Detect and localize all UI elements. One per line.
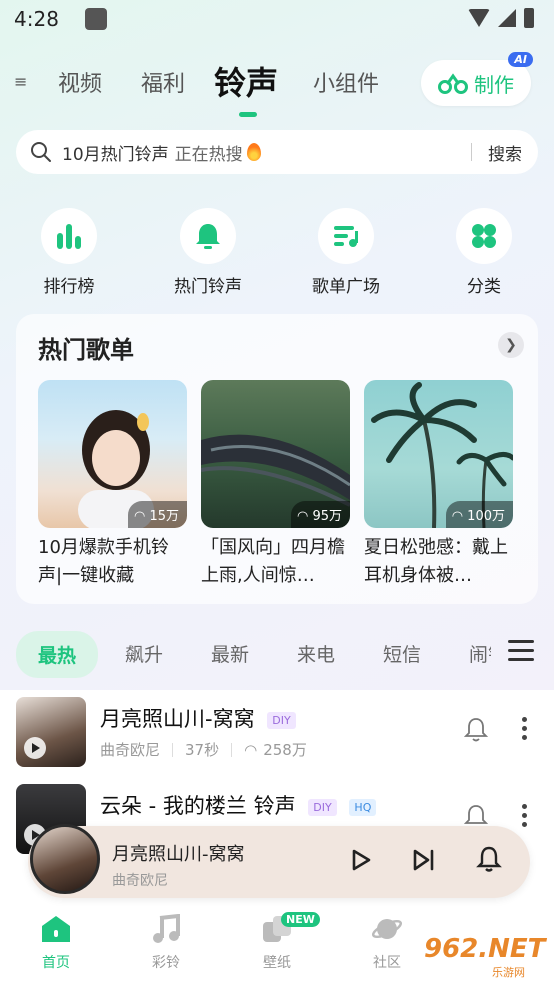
tab-sms[interactable]: 短信 xyxy=(383,640,421,667)
search-hot-label: 正在热搜 xyxy=(174,144,243,165)
site-watermark: 962.NET 乐游网 xyxy=(424,934,546,979)
hq-tag: HQ xyxy=(349,798,377,816)
playlist-card[interactable]: ◠ 15万 10月爆款手机铃声|一键收藏 xyxy=(38,380,187,590)
scissors-icon xyxy=(438,73,468,94)
tab-video[interactable]: 视频 xyxy=(58,66,102,98)
playlist-card[interactable]: ◠ 95万 「国风向」四月檐上雨,人间惊… xyxy=(201,380,350,590)
bell-icon[interactable] xyxy=(476,846,502,874)
wifi-icon xyxy=(468,9,490,27)
playlist-cover: ◠ 95万 xyxy=(201,380,350,528)
chevron-right-icon[interactable]: ❯ xyxy=(498,332,524,358)
song-title: 月亮照山川-窝窝 DIY xyxy=(100,703,296,733)
play-icon[interactable] xyxy=(24,737,46,759)
status-time: 4:28 xyxy=(14,7,59,31)
playlist-title: 夏日松弛感：戴上耳机身体被… xyxy=(364,537,508,586)
playlist-cover: ◠ 15万 xyxy=(38,380,187,528)
song-plays: 258万 xyxy=(263,741,307,759)
hot-playlists-card: 热门歌单 ❯ ◠ 15万 10月爆款手机铃声|一键收藏 ◠ 95万 「国风向」四… xyxy=(16,314,538,604)
bell-icon xyxy=(196,224,220,249)
chart-bars-icon xyxy=(57,224,81,249)
music-note-icon xyxy=(153,913,180,943)
mini-player[interactable]: 月亮照山川-窝窝 曲奇欧尼 xyxy=(28,824,530,898)
diy-tag: DIY xyxy=(267,711,296,729)
quick-label: 排行榜 xyxy=(43,277,95,297)
search-divider xyxy=(471,143,472,161)
tab-newest[interactable]: 最新 xyxy=(211,640,249,667)
playlist-title: 10月爆款手机铃声|一键收藏 xyxy=(38,537,169,586)
song-artist: 曲奇欧尼 xyxy=(100,741,161,759)
tab-rising[interactable]: 飙升 xyxy=(125,640,163,667)
playlist-title: 「国风向」四月檐上雨,人间惊… xyxy=(201,537,345,586)
hot-playlists-title: 热门歌单 xyxy=(38,336,134,364)
menu-icon[interactable] xyxy=(508,640,534,662)
status-bar: 4:28 xyxy=(0,0,554,38)
status-icons xyxy=(468,8,534,28)
tab-incoming-call[interactable]: 来电 xyxy=(297,640,335,667)
playlist-cover: ◠ 100万 xyxy=(364,380,513,528)
search-button[interactable]: 搜索 xyxy=(488,140,522,165)
nav-home[interactable]: 首页 xyxy=(16,914,96,972)
tab-welfare[interactable]: 福利 xyxy=(141,66,185,98)
quick-ranking[interactable]: 排行榜 xyxy=(19,208,119,297)
quick-playlist-square[interactable]: 歌单广场 xyxy=(296,208,396,297)
next-track-icon[interactable] xyxy=(412,848,436,872)
search-bar[interactable]: 10月热门铃声 正在热搜 搜索 xyxy=(16,130,538,174)
tab-ringtone[interactable]: 铃声 xyxy=(214,58,278,104)
tab-hottest[interactable]: 最热 xyxy=(16,631,99,678)
player-cover xyxy=(30,824,100,894)
quick-label: 热门铃声 xyxy=(174,277,242,297)
make-label: 制作 xyxy=(474,72,514,97)
playlist-card[interactable]: ◠ 100万 夏日松弛感：戴上耳机身体被… xyxy=(364,380,513,590)
nav-wallpaper[interactable]: NEW 壁纸 xyxy=(237,912,320,972)
new-badge: NEW xyxy=(281,912,320,927)
quick-label: 歌单广场 xyxy=(312,277,380,297)
top-nav: ≡ 视频 福利 铃声 小组件 制作 AI xyxy=(0,52,554,117)
list-item[interactable]: 月亮照山川-窝窝 DIY 曲奇欧尼 37秒 ◠ 258万 xyxy=(0,697,554,781)
nav-color-ring[interactable]: 彩铃 xyxy=(126,913,206,972)
tab-widget[interactable]: 小组件 xyxy=(313,66,379,98)
grid-icon xyxy=(472,224,496,248)
battery-icon xyxy=(524,8,534,28)
play-icon[interactable] xyxy=(350,848,372,872)
search-icon xyxy=(31,142,51,162)
tab-indicator xyxy=(239,112,257,117)
nav-more-icon[interactable]: ≡ xyxy=(14,72,27,91)
headphones-icon: ◠ xyxy=(244,740,258,759)
song-thumbnail xyxy=(16,697,86,767)
song-meta: 曲奇欧尼 37秒 ◠ 258万 xyxy=(100,739,307,760)
more-options-icon[interactable] xyxy=(522,804,528,831)
ai-badge: AI xyxy=(508,52,533,67)
category-tabs: 最热 飙升 最新 来电 短信 闹钟 xyxy=(0,630,554,678)
more-options-icon[interactable] xyxy=(522,717,528,744)
search-placeholder: 10月热门铃声 xyxy=(62,144,169,165)
notification-icon xyxy=(84,8,107,30)
bell-outline-icon[interactable] xyxy=(464,717,488,743)
player-artist: 曲奇欧尼 xyxy=(112,873,168,889)
playlist-icon xyxy=(334,226,358,247)
quick-hot-ringtones[interactable]: 热门铃声 xyxy=(158,208,258,297)
play-count: ◠ 95万 xyxy=(290,501,350,528)
play-count: ◠ 15万 xyxy=(127,501,187,528)
song-title: 云朵 - 我的楼兰 铃声 DIY HQ xyxy=(100,790,377,820)
planet-icon xyxy=(371,919,403,939)
tab-alarm[interactable]: 闹钟 xyxy=(469,640,491,667)
fire-icon xyxy=(246,143,261,161)
make-button[interactable]: 制作 AI xyxy=(421,52,533,106)
diy-tag: DIY xyxy=(308,798,337,816)
home-icon xyxy=(42,916,70,942)
quick-label: 分类 xyxy=(467,277,501,297)
play-count: ◠ 100万 xyxy=(445,501,513,528)
signal-icon xyxy=(498,9,516,27)
player-title: 月亮照山川-窝窝 xyxy=(112,844,245,865)
song-duration: 37秒 xyxy=(185,741,220,759)
quick-category[interactable]: 分类 xyxy=(434,208,534,297)
